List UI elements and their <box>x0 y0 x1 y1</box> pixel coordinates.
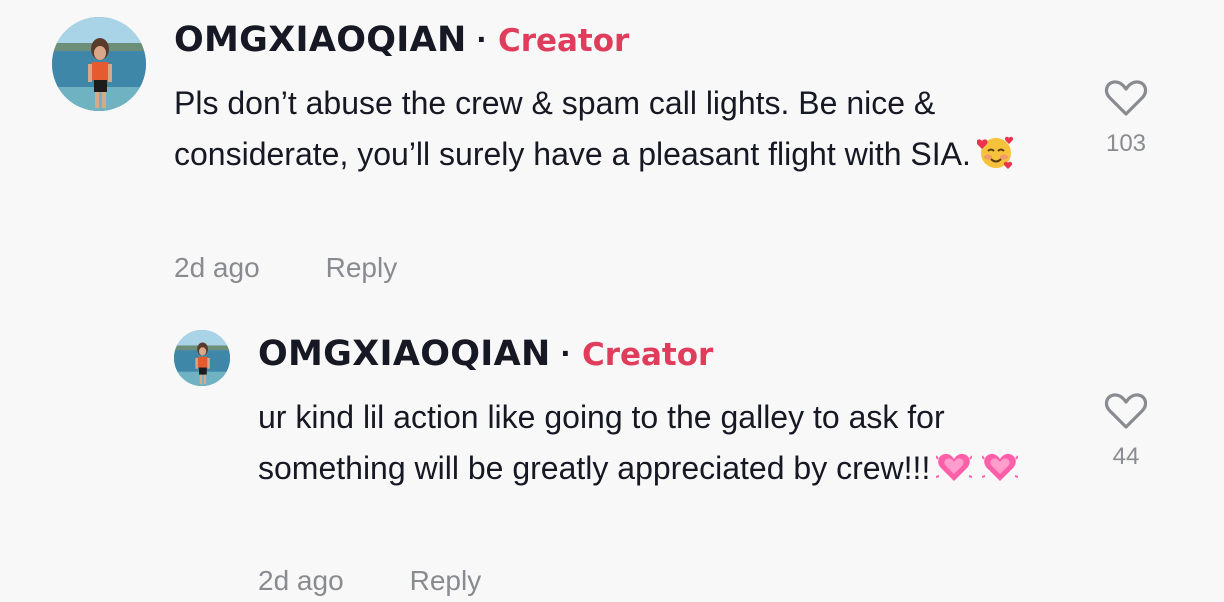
comment-header: OMGXIAOQIAN · Creator <box>258 334 713 374</box>
like-button[interactable]: 44 <box>1096 391 1156 471</box>
growing-heart-icon <box>935 449 974 500</box>
heart-icon[interactable] <box>1096 391 1156 431</box>
like-count: 44 <box>1112 443 1140 470</box>
comment-text: ur kind lil action like going to the gal… <box>258 392 1038 500</box>
avatar[interactable] <box>52 17 146 111</box>
avatar[interactable] <box>174 330 230 386</box>
comment-header: OMGXIAOQIAN · Creator <box>174 20 629 60</box>
creator-badge: Creator <box>497 23 630 59</box>
comment-meta: 2d ago Reply <box>258 565 481 597</box>
smiling-face-with-hearts-icon <box>976 133 1015 186</box>
reply-button[interactable]: Reply <box>410 565 482 597</box>
comment-text: Pls don’t abuse the crew & spam call lig… <box>174 78 1054 186</box>
comment-timestamp: 2d ago <box>174 252 260 283</box>
separator-dot: · <box>560 335 572 373</box>
creator-badge: Creator <box>581 337 714 373</box>
username[interactable]: OMGXIAOQIAN <box>174 20 467 60</box>
heart-icon[interactable] <box>1096 78 1156 118</box>
username[interactable]: OMGXIAOQIAN <box>258 334 551 374</box>
like-button[interactable]: 103 <box>1096 78 1156 158</box>
comment-timestamp: 2d ago <box>258 565 344 596</box>
comment-body: Pls don’t abuse the crew & spam call lig… <box>174 85 971 172</box>
like-count: 103 <box>1105 130 1147 157</box>
comment-meta: 2d ago Reply <box>174 252 397 284</box>
reply-button[interactable]: Reply <box>326 252 398 284</box>
separator-dot: · <box>476 21 488 59</box>
comment-body: ur kind lil action like going to the gal… <box>258 399 945 486</box>
growing-heart-icon <box>981 449 1020 500</box>
